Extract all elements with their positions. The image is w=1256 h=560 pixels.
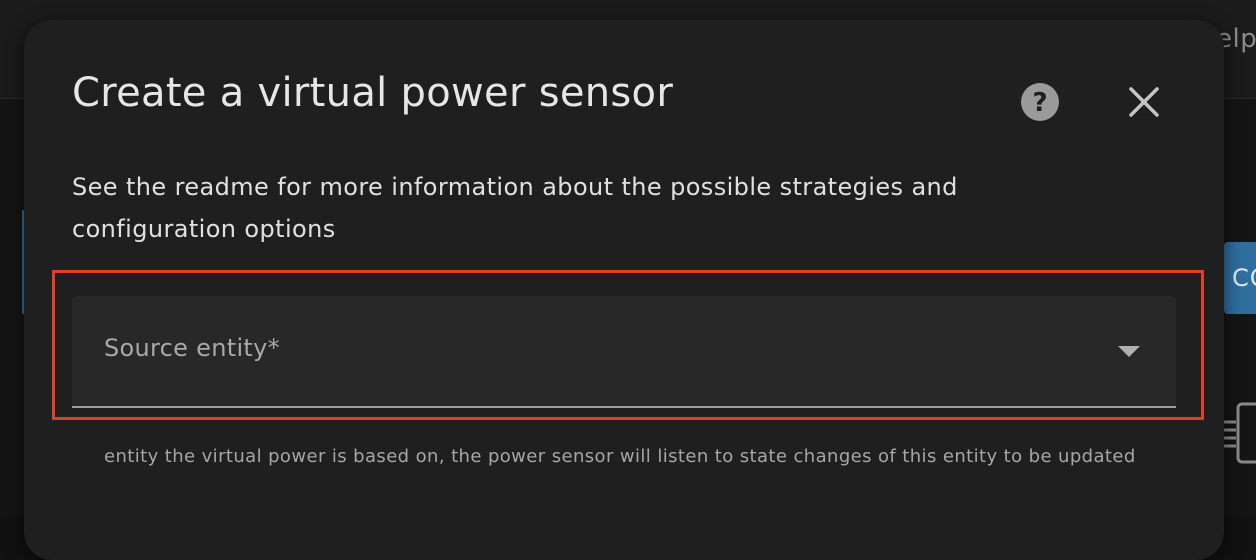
svg-text:?: ? <box>1032 88 1047 118</box>
help-button[interactable]: ? <box>1020 82 1060 122</box>
close-icon <box>1129 87 1159 117</box>
create-virtual-power-sensor-dialog: Create a virtual power sensor ? See the … <box>24 20 1224 560</box>
dialog-description: See the readme for more information abou… <box>72 173 958 243</box>
source-entity-label: Source entity* <box>104 334 280 362</box>
background-create-button: CO <box>1224 242 1256 314</box>
source-entity-helper-text: entity the virtual power is based on, th… <box>104 446 1136 467</box>
help-circle-icon: ? <box>1021 83 1059 121</box>
dialog-title: Create a virtual power sensor <box>72 70 674 116</box>
source-entity-select[interactable]: Source entity* <box>72 296 1176 408</box>
dropdown-arrow-icon[interactable] <box>1118 346 1140 357</box>
chip-icon <box>1224 402 1256 464</box>
close-button[interactable] <box>1124 82 1164 122</box>
